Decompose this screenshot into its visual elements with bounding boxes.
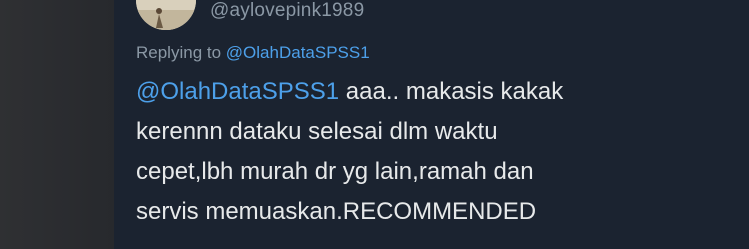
replying-to-mention-link[interactable]: @OlahDataSPSS1	[226, 43, 370, 62]
user-handle[interactable]: @aylovepink1989	[210, 0, 364, 22]
avatar[interactable]	[136, 0, 196, 30]
tweet-line-2: kerennn dataku selesai dlm waktu	[136, 118, 498, 145]
avatar-photo-icon	[136, 0, 196, 30]
background-shade	[0, 0, 114, 249]
tweet-line-1-text: aaa.. makasis kakak	[339, 78, 564, 105]
tweet-mention-link[interactable]: @OlahDataSPSS1	[136, 78, 339, 105]
tweet-line-4: servis memuaskan.RECOMMENDED	[136, 198, 537, 225]
tweet-line-3: cepet,lbh murah dr yg lain,ramah dan	[136, 158, 534, 185]
tweet-text: @OlahDataSPSS1 aaa.. makasis kakak keren…	[136, 72, 736, 232]
replying-to-line: Replying to @OlahDataSPSS1	[136, 43, 370, 63]
replying-to-label: Replying to	[136, 43, 222, 62]
tweet-line-1: @OlahDataSPSS1 aaa.. makasis kakak	[136, 72, 736, 112]
